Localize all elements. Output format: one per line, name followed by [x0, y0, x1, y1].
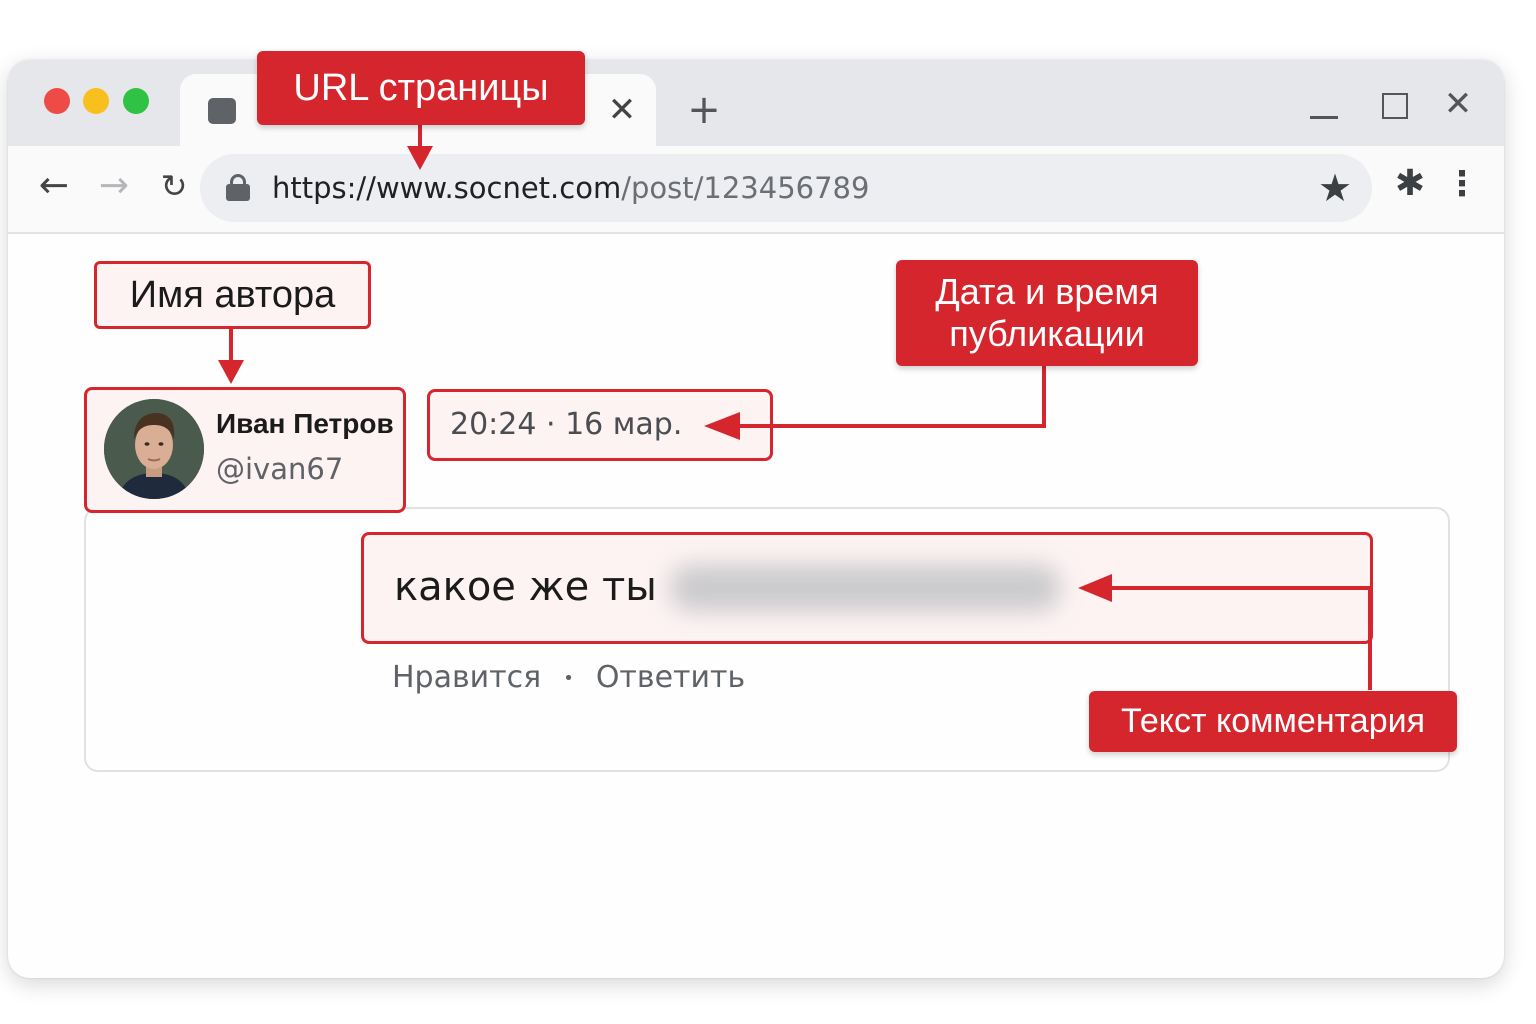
new-tab-button[interactable]: +	[684, 84, 724, 136]
blurred-text	[670, 565, 1060, 611]
maximize-icon[interactable]	[1372, 78, 1416, 130]
close-window-dot[interactable]	[44, 88, 70, 114]
date-highlight-box: 20:24 · 16 мар.	[427, 389, 773, 461]
extensions-puzzle-icon[interactable]: ✱	[1388, 162, 1432, 206]
browser-toolbar: ← → ↻ https://www.socnet.com/post/123456…	[8, 146, 1504, 234]
post-timestamp[interactable]: 20:24 · 16 мар.	[450, 392, 682, 458]
address-bar[interactable]: https://www.socnet.com/post/123456789 ★	[200, 154, 1372, 222]
comment-text: какое же ты	[394, 564, 657, 610]
tab-bar: ✕ + ✕	[8, 60, 1504, 148]
maximize-window-dot[interactable]	[123, 88, 149, 114]
url-text[interactable]: https://www.socnet.com/post/123456789	[272, 154, 869, 222]
date-callout: Дата и время публикации	[896, 260, 1198, 366]
action-separator: •	[563, 668, 574, 689]
browser-menu-icon[interactable]: ⋮	[1444, 162, 1480, 206]
date-callout-line1: Дата и время	[935, 271, 1159, 312]
url-host: https://www.socnet.com	[272, 171, 622, 205]
minimize-icon[interactable]	[1302, 78, 1346, 130]
url-path: /post/123456789	[621, 171, 870, 205]
comment-actions: Нравится • Ответить	[392, 660, 745, 695]
favicon-icon	[208, 98, 236, 124]
tab-close-icon[interactable]: ✕	[604, 84, 640, 136]
lock-icon	[226, 174, 250, 201]
author-name[interactable]: Иван Петров	[216, 408, 394, 440]
window-close-icon[interactable]: ✕	[1436, 78, 1480, 130]
comment-highlight-box: какое же ты	[361, 532, 1373, 644]
reload-button[interactable]: ↻	[152, 164, 196, 208]
author-handle[interactable]: @ivan67	[216, 452, 343, 486]
forward-button[interactable]: →	[92, 164, 136, 208]
url-callout: URL страницы	[257, 51, 585, 125]
bookmark-star-icon[interactable]: ★	[1310, 162, 1360, 214]
reply-button[interactable]: Ответить	[596, 660, 745, 695]
author-callout: Имя автора	[94, 261, 371, 329]
back-button[interactable]: ←	[32, 164, 76, 208]
date-callout-line2: публикации	[949, 313, 1145, 354]
like-button[interactable]: Нравится	[392, 660, 541, 695]
avatar[interactable]	[104, 399, 204, 499]
minimize-window-dot[interactable]	[83, 88, 109, 114]
comment-callout: Текст комментария	[1089, 691, 1457, 752]
